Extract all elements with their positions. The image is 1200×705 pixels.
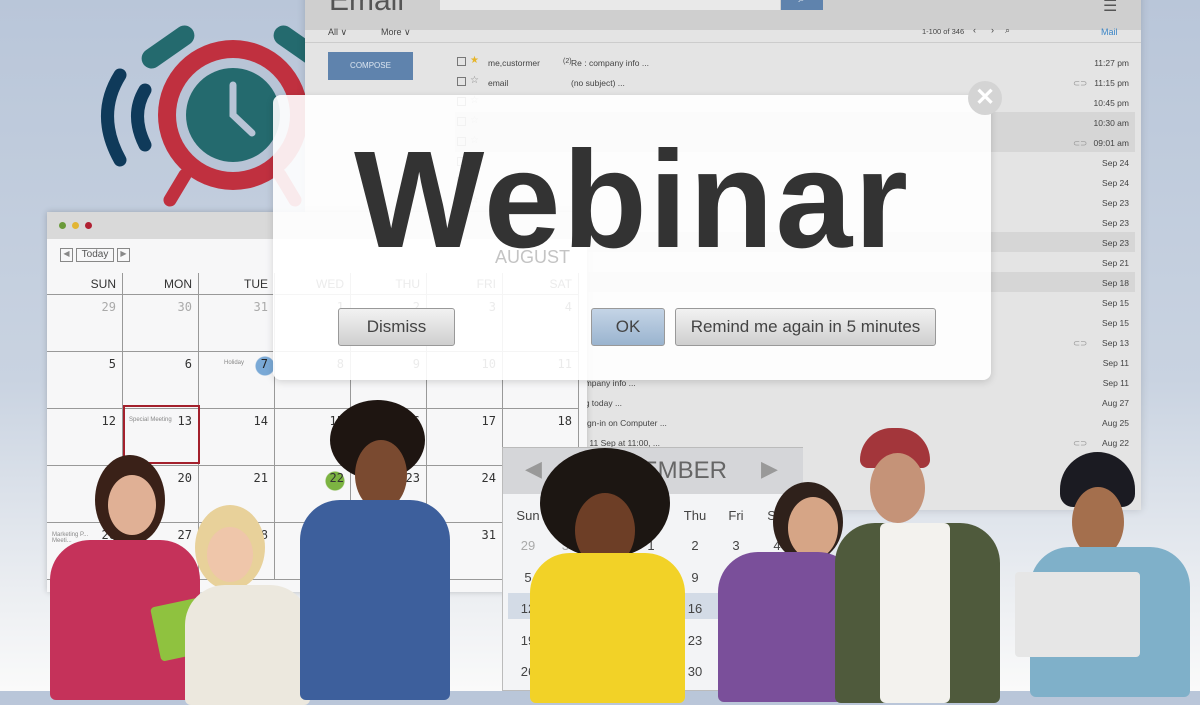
prev-page-icon[interactable]: ‹ — [973, 25, 976, 35]
filter-all[interactable]: All ∨ — [328, 27, 347, 38]
email-row[interactable]: ☆ email (no subject) ... ⊂⊃ 11:15 pm — [455, 72, 1135, 92]
attachment-icon: ⊂⊃ — [1073, 78, 1088, 88]
calendar-day[interactable]: 6 — [123, 352, 199, 409]
filter-more[interactable]: More ∨ — [381, 27, 411, 38]
row-time: Sep 24 — [1102, 178, 1129, 188]
row-checkbox[interactable] — [457, 57, 466, 66]
divider — [305, 42, 1141, 43]
row-time: Sep 18 — [1102, 278, 1129, 288]
row-time: 09:01 am — [1093, 138, 1129, 148]
row-time: Sep 24 — [1102, 158, 1129, 168]
laptop — [1015, 572, 1140, 657]
day-header: SUN — [47, 273, 123, 295]
row-subject: (no subject) ... — [571, 78, 625, 88]
email-row[interactable]: ★ me,custormer (2) Re : company info ... 11:… — [455, 52, 1135, 72]
day-header: MON — [123, 273, 199, 295]
reminder-dialog: Webinar Dismiss OK Remind me again in 5 … — [273, 95, 991, 380]
calendar-day[interactable]: 5 — [47, 352, 123, 409]
hamburger-menu-icon[interactable]: ☰ — [1103, 0, 1117, 16]
calendar-day[interactable]: 30 — [123, 295, 199, 352]
email-title: Email — [329, 0, 405, 17]
attachment-icon: ⊂⊃ — [1073, 338, 1088, 348]
row-time: 11:27 pm — [1094, 58, 1129, 68]
row-subject: Re : company info ... — [571, 58, 649, 68]
today-button[interactable]: Today — [76, 248, 114, 262]
mail-link[interactable]: Mail — [1101, 27, 1118, 37]
row-time: Sep 21 — [1102, 258, 1129, 268]
mini-calendar-day[interactable]: 29 — [508, 538, 548, 553]
calendar-day[interactable]: 29 — [47, 295, 123, 352]
row-time: Aug 25 — [1102, 418, 1129, 428]
row-sender: me,custormer — [488, 58, 540, 68]
next-month-icon[interactable]: ▶ — [117, 248, 130, 262]
month-label: AUGUST — [495, 247, 571, 267]
row-time: Sep 23 — [1102, 238, 1129, 248]
calendar-day[interactable]: 14 — [199, 409, 275, 466]
prev-month-icon[interactable]: ◀ — [60, 248, 73, 262]
row-time: 10:30 am — [1093, 118, 1129, 128]
mini-calendar-day[interactable]: 2 — [675, 538, 715, 553]
star-icon[interactable]: ★ — [470, 55, 479, 66]
next-month-icon[interactable]: ▶ — [761, 456, 778, 482]
remind-button[interactable]: Remind me again in 5 minutes — [675, 308, 936, 346]
row-time: Sep 15 — [1102, 318, 1129, 328]
next-page-icon[interactable]: › — [991, 25, 994, 35]
dialog-title: Webinar — [354, 123, 910, 277]
window-dot[interactable] — [85, 222, 92, 229]
ok-button[interactable]: OK — [591, 308, 665, 346]
row-checkbox[interactable] — [457, 77, 466, 86]
prev-month-icon[interactable]: ◀ — [525, 456, 542, 482]
close-icon[interactable]: ✕ — [968, 81, 1002, 115]
calendar-day[interactable]: 17 — [427, 409, 503, 466]
calendar-day[interactable]: 12 — [47, 409, 123, 466]
email-search-input[interactable] — [440, 0, 780, 10]
row-time: Sep 15 — [1102, 298, 1129, 308]
search-icon[interactable]: ⌕ — [1005, 25, 1010, 36]
attachment-icon: ⊂⊃ — [1073, 138, 1088, 148]
window-dot[interactable] — [72, 222, 79, 229]
row-time: Sep 13 — [1102, 338, 1129, 348]
dismiss-button[interactable]: Dismiss — [338, 308, 455, 346]
mini-calendar-day[interactable]: 3 — [716, 538, 756, 553]
row-time: Sep 23 — [1102, 198, 1129, 208]
compose-button[interactable]: COMPOSE — [328, 52, 413, 80]
row-time: Sep 23 — [1102, 218, 1129, 228]
row-sender: email — [488, 78, 509, 88]
row-time: Aug 27 — [1102, 398, 1129, 408]
day-header: TUE — [199, 273, 275, 295]
calendar-day[interactable]: 31 — [199, 295, 275, 352]
row-time: Sep 11 — [1102, 378, 1129, 388]
star-icon[interactable]: ☆ — [470, 75, 479, 86]
row-time: Aug 22 — [1102, 438, 1129, 448]
row-time: 10:45 pm — [1093, 98, 1129, 108]
search-icon: ⌕ — [798, 0, 805, 5]
pagination: 1-100 of 346 — [922, 27, 965, 36]
row-time: 11:15 pm — [1094, 78, 1129, 88]
mini-day-header: Fri — [728, 508, 744, 523]
search-button[interactable]: ⌕ — [781, 0, 823, 10]
row-time: Sep 11 — [1102, 358, 1129, 368]
mini-day-header: Thu — [683, 508, 707, 523]
window-dot[interactable] — [59, 222, 66, 229]
attachment-icon: ⊂⊃ — [1073, 438, 1088, 448]
event-holiday[interactable]: Holiday — [224, 360, 244, 366]
